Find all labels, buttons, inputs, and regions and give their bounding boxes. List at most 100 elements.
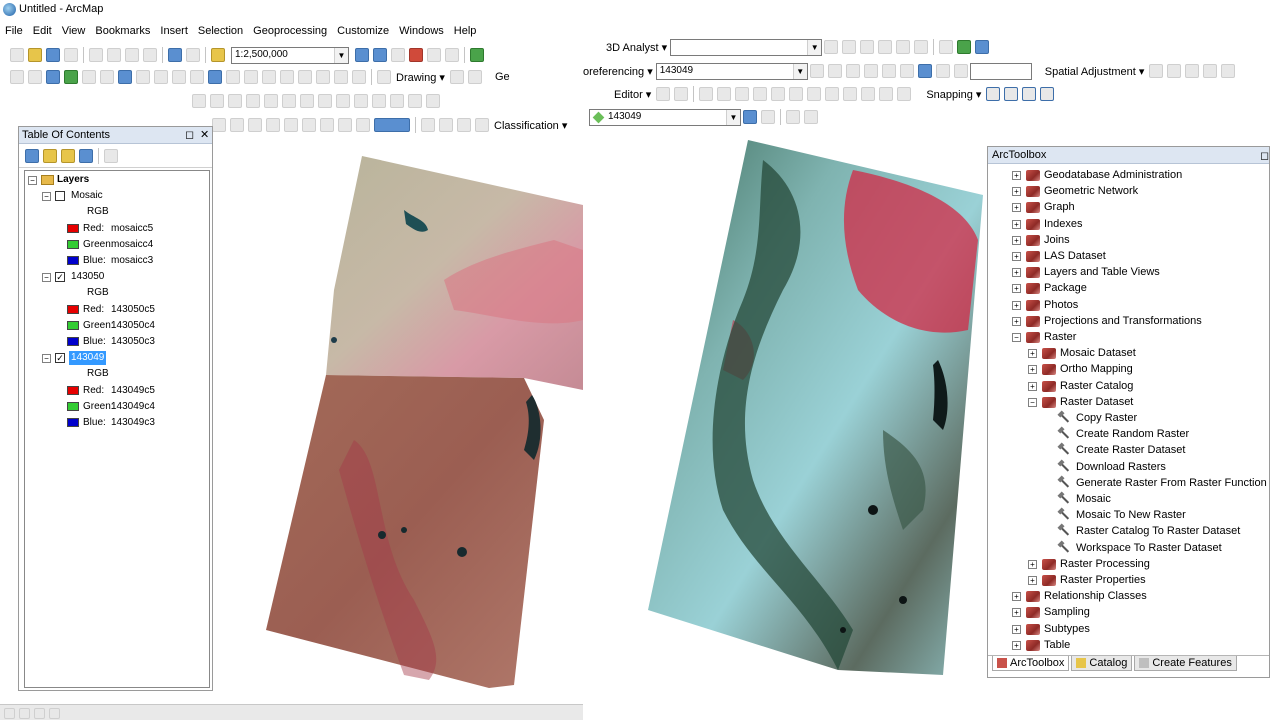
chevron-down-icon[interactable]: ▼ <box>726 109 740 125</box>
tab-create-features[interactable]: Create Features <box>1134 656 1237 671</box>
add-control-points-icon[interactable] <box>809 64 824 78</box>
profile-graph-icon[interactable] <box>914 40 929 54</box>
expand-toolset-icon[interactable]: + <box>1028 559 1037 569</box>
pointer-tool-icon[interactable] <box>804 110 818 124</box>
mosaic-visibility-checkbox[interactable] <box>55 191 65 201</box>
expand-toolset-icon[interactable]: + <box>1012 171 1021 180</box>
flicker-icon[interactable] <box>761 110 775 124</box>
collapse-mosaic-icon[interactable]: − <box>42 192 51 201</box>
identify-icon[interactable] <box>208 70 222 84</box>
expand-toolset-icon[interactable]: + <box>1012 284 1021 294</box>
globe-search-icon[interactable] <box>975 40 990 54</box>
map-canvas-left[interactable] <box>214 140 583 700</box>
interpolate-line-icon[interactable] <box>878 40 893 54</box>
toolset-item[interactable]: Raster Processing <box>1060 556 1150 572</box>
reshape-icon[interactable] <box>210 94 224 108</box>
menu-view[interactable]: View <box>57 22 91 42</box>
edit-annotation-icon[interactable] <box>674 87 689 101</box>
find-icon[interactable] <box>280 70 294 84</box>
rotate-raster-icon[interactable] <box>845 64 860 78</box>
toolset-item[interactable]: Joins <box>1044 232 1070 248</box>
toolset-item[interactable]: Subtypes <box>1044 621 1090 637</box>
georeferencing-menu[interactable]: oreferencing ▾ <box>583 65 656 78</box>
fix-topology-icon[interactable] <box>390 94 404 108</box>
editor-menu[interactable]: Editor ▾ <box>611 88 654 101</box>
layer-selector-combo[interactable]: 143049 ▼ <box>589 108 741 126</box>
steepest-path-icon[interactable] <box>842 40 857 54</box>
histogram-icon[interactable] <box>457 118 471 132</box>
select-elements-arrow-icon[interactable] <box>449 70 464 84</box>
reshape-feature-icon[interactable] <box>789 87 804 101</box>
list-by-visibility-icon[interactable] <box>61 148 75 163</box>
new-displacement-link-icon[interactable] <box>1167 64 1182 78</box>
map-topology-icon[interactable] <box>336 94 350 108</box>
expand-toolset-icon[interactable]: + <box>1012 316 1021 326</box>
copy-icon[interactable] <box>107 48 121 62</box>
toolset-item[interactable]: Package <box>1044 280 1087 296</box>
point-icon[interactable] <box>753 87 768 101</box>
tool-item[interactable]: Mosaic <box>1076 491 1111 507</box>
drawing-menu[interactable]: Drawing ▾ <box>393 71 448 84</box>
error-inspector-icon[interactable] <box>372 94 386 108</box>
expand-toolset-icon[interactable]: + <box>1028 381 1037 391</box>
toolset-item[interactable]: Relationship Classes <box>1044 588 1147 604</box>
toc-options-icon[interactable] <box>104 148 118 163</box>
collapse-layers-icon[interactable]: − <box>28 176 37 185</box>
layout-pan-icon[interactable] <box>248 118 262 132</box>
find-route-icon[interactable] <box>298 70 312 84</box>
arcscene-icon[interactable] <box>939 40 954 54</box>
tool-item[interactable]: Copy Raster <box>1076 410 1137 426</box>
toolset-item[interactable]: Raster <box>1044 329 1076 345</box>
menu-edit[interactable]: Edit <box>28 22 57 42</box>
fixed-zoom-out-icon[interactable] <box>100 70 114 84</box>
cut-icon[interactable] <box>89 48 103 62</box>
expand-toolset-icon[interactable]: + <box>1012 252 1021 261</box>
expand-toolset-icon[interactable]: + <box>1028 365 1037 375</box>
menu-bookmarks[interactable]: Bookmarks <box>90 22 155 42</box>
shift-raster-icon[interactable] <box>863 64 878 78</box>
menu-help[interactable]: Help <box>449 22 482 42</box>
toolset-item[interactable]: Mosaic Dataset <box>1060 345 1136 361</box>
layout-grid-icon[interactable] <box>338 118 352 132</box>
menu-geoprocessing[interactable]: Geoprocessing <box>248 22 332 42</box>
zoom-out-icon[interactable] <box>28 70 42 84</box>
edit-tool-icon[interactable] <box>656 87 671 101</box>
layout-icon[interactable] <box>377 70 391 84</box>
fit-to-display-icon[interactable] <box>899 64 914 78</box>
create-features-icon[interactable] <box>300 94 314 108</box>
table-of-contents-icon[interactable] <box>373 48 387 62</box>
expand-toolset-icon[interactable]: + <box>1012 300 1021 310</box>
toolset-item[interactable]: Raster Properties <box>1060 572 1146 588</box>
select-elements-icon[interactable] <box>190 70 204 84</box>
layout-tool-icon[interactable] <box>212 118 226 132</box>
open-folder-icon[interactable] <box>28 48 42 62</box>
3d-analyst-layer-combo[interactable]: ▼ <box>670 38 823 56</box>
layout-zoom-icon[interactable] <box>230 118 244 132</box>
catalog-window-icon[interactable] <box>391 48 405 62</box>
rotate-icon[interactable] <box>467 70 482 84</box>
html-popup-icon[interactable] <box>244 70 258 84</box>
undo-icon[interactable] <box>168 48 182 62</box>
layout-margins-icon[interactable] <box>356 118 370 132</box>
view-link-table-icon[interactable] <box>917 64 932 78</box>
tab-arctoolbox[interactable]: ArcToolbox <box>992 656 1070 671</box>
redo-icon[interactable] <box>186 48 200 62</box>
rotate-tool-icon[interactable] <box>246 94 260 108</box>
toolset-item[interactable]: Geodatabase Administration <box>1044 167 1182 183</box>
clear-selection-icon[interactable] <box>172 70 186 84</box>
classification-training-icon[interactable] <box>421 118 435 132</box>
tool-item[interactable]: Raster Catalog To Raster Dataset <box>1076 523 1240 539</box>
toolset-item[interactable]: Layers and Table Views <box>1044 264 1160 280</box>
zoom-in-icon[interactable] <box>10 70 24 84</box>
measure-icon[interactable] <box>262 70 276 84</box>
hyperlink-icon[interactable] <box>226 70 240 84</box>
toolset-item[interactable]: LAS Dataset <box>1044 248 1106 264</box>
list-by-source-icon[interactable] <box>43 148 57 163</box>
arcglobe-icon[interactable] <box>957 40 972 54</box>
expand-toolset-icon[interactable]: + <box>1012 219 1021 229</box>
go-forward-icon[interactable] <box>136 70 150 84</box>
data-view-icon[interactable] <box>4 707 15 719</box>
end-snapping-icon[interactable] <box>1004 87 1019 101</box>
toolset-item[interactable]: Photos <box>1044 297 1078 313</box>
layer-name-143050[interactable]: 143050 <box>71 270 104 284</box>
